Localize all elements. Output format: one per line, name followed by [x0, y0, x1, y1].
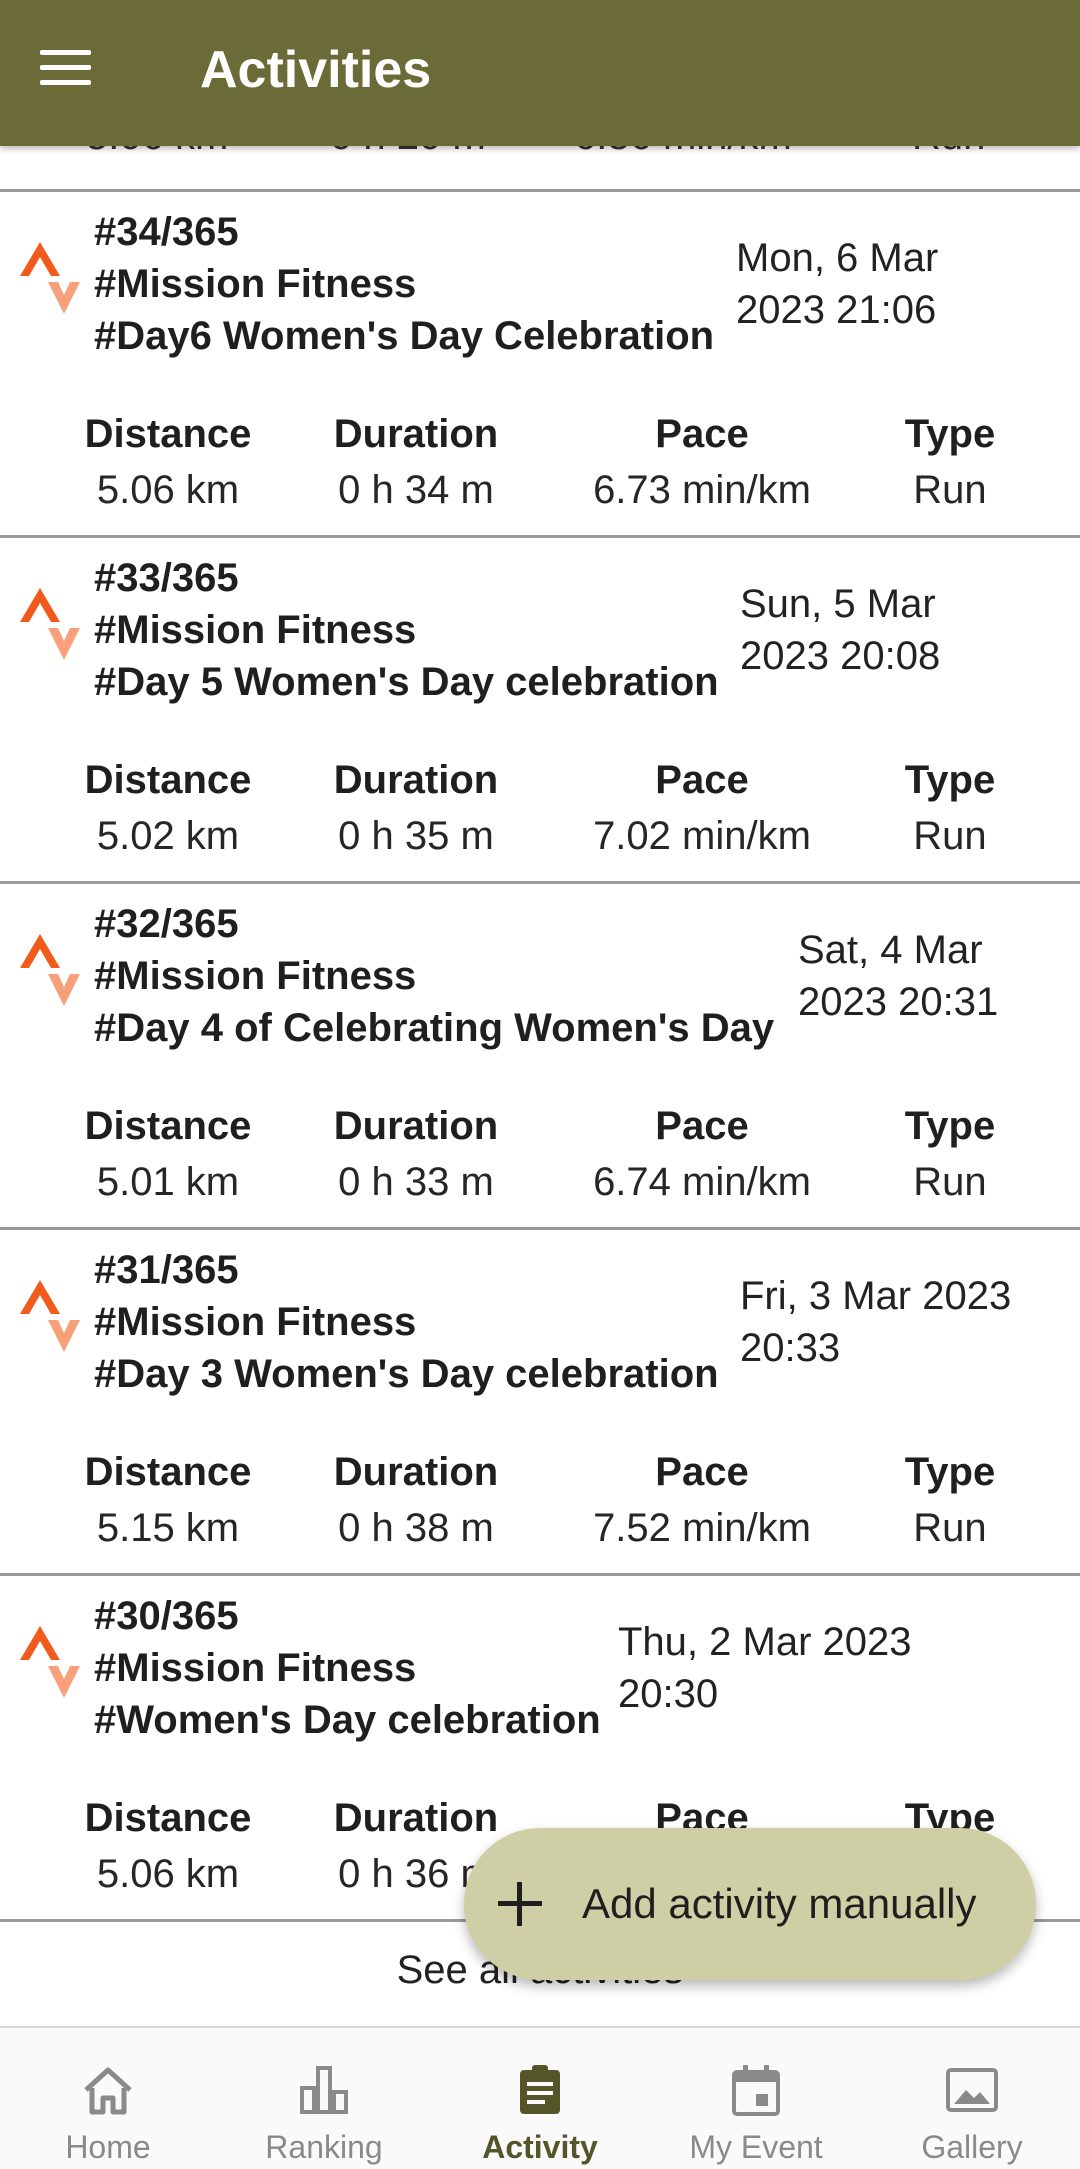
- stat-pace: Pace 6.73 min/km: [593, 412, 811, 512]
- stat-type: Type Run: [904, 1104, 996, 1204]
- stat-distance: Distance 5.15 km: [84, 1450, 252, 1550]
- nav-item-activity[interactable]: Activity: [432, 2028, 648, 2169]
- activity-card[interactable]: #34/365 #Mission Fitness #Day6 Women's D…: [0, 192, 1080, 538]
- strava-icon: [20, 1626, 80, 1698]
- activity-date: Sat, 4 Mar 2023 20:31: [798, 928, 999, 1024]
- stat-distance: Distance 5.01 km: [84, 1104, 252, 1204]
- nav-item-home[interactable]: Home: [0, 2028, 216, 2169]
- stat-type: Type Run: [904, 412, 996, 512]
- stat-type: Type Run: [904, 1450, 996, 1550]
- strava-icon: [20, 1280, 80, 1352]
- stat-pace: Pace 7.02 min/km: [593, 758, 811, 858]
- activity-date: Sun, 5 Mar 2023 20:08: [740, 582, 941, 678]
- strava-icon: [20, 242, 80, 314]
- add-activity-label: Add activity manually: [582, 1880, 977, 1927]
- activity-title: #32/365 #Mission Fitness #Day 4 of Celeb…: [94, 902, 775, 1050]
- stat-distance: Distance 5.02 km: [84, 758, 252, 858]
- calendar-icon: [732, 2065, 780, 2116]
- activity-title: #31/365 #Mission Fitness #Day 3 Women's …: [94, 1248, 719, 1396]
- stat-duration: Duration 0 h 38 m: [333, 1450, 499, 1550]
- activity-title: #33/365 #Mission Fitness #Day 5 Women's …: [94, 556, 719, 704]
- stat-duration: Duration 0 h 35 m: [333, 758, 499, 858]
- stat-pace: Pace 6.74 min/km: [593, 1104, 811, 1204]
- add-activity-button[interactable]: Add activity manually: [464, 1828, 1036, 1980]
- menu-icon[interactable]: [30, 50, 100, 96]
- page-title: Activities: [200, 41, 432, 99]
- app-bar: Activities: [0, 0, 1080, 146]
- stat-duration: Duration 0 h 34 m: [333, 412, 499, 512]
- strava-icon: [20, 588, 80, 660]
- activity-title: #30/365 #Mission Fitness #Women's Day ce…: [94, 1594, 601, 1742]
- activity-date: Thu, 2 Mar 2023 20:30: [618, 1620, 912, 1716]
- activity-title: #34/365 #Mission Fitness #Day6 Women's D…: [94, 210, 715, 358]
- stat-distance: Distance 5.06 km: [84, 1796, 252, 1896]
- nav-item-gallery[interactable]: Gallery: [864, 2028, 1080, 2169]
- activities-list[interactable]: 5.06 km 0 h 20 m 6.36 min/km Run #34/365…: [0, 0, 1080, 2026]
- bottom-navigation: Home Ranking Activity My Event Gallery: [0, 2026, 1080, 2169]
- stat-pace: Pace 7.52 min/km: [593, 1450, 811, 1550]
- clipboard-icon: [520, 2065, 560, 2114]
- strava-icon: [20, 934, 80, 1006]
- image-icon: [946, 2068, 998, 2112]
- activity-card[interactable]: #32/365 #Mission Fitness #Day 4 of Celeb…: [0, 884, 1080, 1230]
- stat-distance: Distance 5.06 km: [84, 412, 252, 512]
- nav-item-ranking[interactable]: Ranking: [216, 2028, 432, 2169]
- activity-date: Mon, 6 Mar 2023 21:06: [736, 236, 939, 332]
- stat-duration: Duration 0 h 33 m: [333, 1104, 499, 1204]
- home-icon: [84, 2067, 132, 2115]
- activity-date: Fri, 3 Mar 2023 20:33: [740, 1274, 1012, 1370]
- activity-card[interactable]: #31/365 #Mission Fitness #Day 3 Women's …: [0, 1230, 1080, 1576]
- plus-icon: [498, 1882, 542, 1926]
- activity-card[interactable]: #33/365 #Mission Fitness #Day 5 Women's …: [0, 538, 1080, 884]
- stat-type: Type Run: [904, 758, 996, 858]
- bar-chart-icon: [300, 2066, 348, 2114]
- nav-item-my-event[interactable]: My Event: [648, 2028, 864, 2169]
